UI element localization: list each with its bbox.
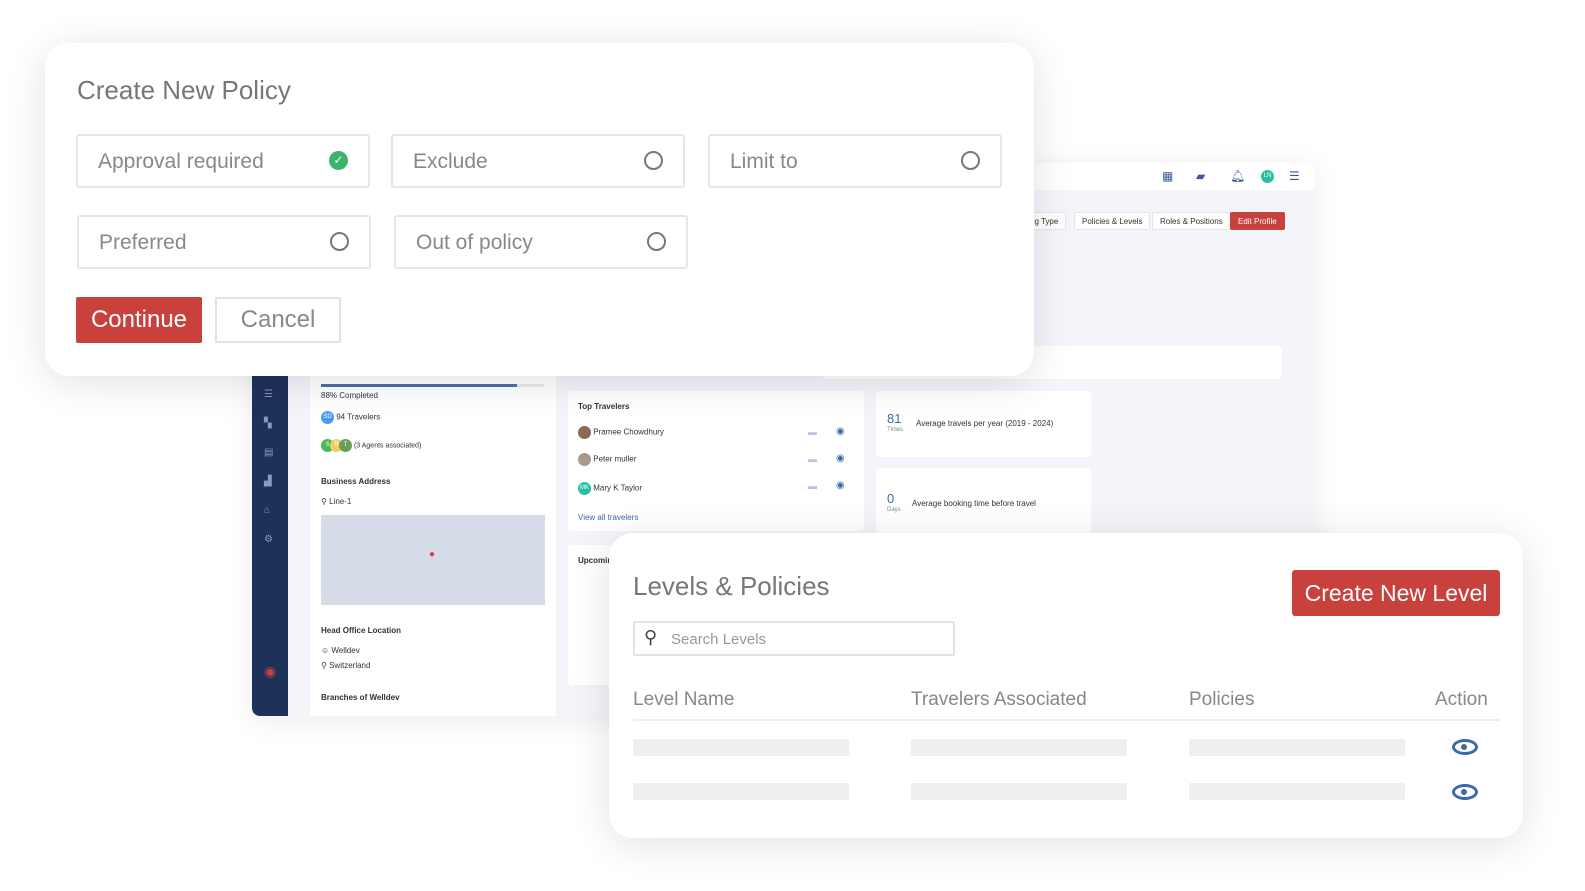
check-icon: ✓ bbox=[329, 151, 348, 170]
radio-icon bbox=[647, 232, 666, 251]
progress-bar bbox=[321, 384, 544, 387]
view-eye-icon[interactable] bbox=[1452, 739, 1478, 755]
search-icon: ⚲ bbox=[644, 627, 658, 647]
avatar[interactable]: LN bbox=[1261, 170, 1274, 183]
option-exclude[interactable]: Exclude bbox=[391, 134, 685, 188]
progress-label: 88% Completed bbox=[321, 391, 378, 400]
modal-title: Create New Policy bbox=[77, 75, 291, 105]
address-line: Line-1 bbox=[329, 497, 352, 506]
map-pin-icon: ● bbox=[429, 549, 436, 560]
radio-icon bbox=[644, 151, 663, 170]
top-travelers-card: Top Travelers Pramee Chowdhury Peter mul… bbox=[568, 391, 864, 531]
message-icon[interactable]: ▬ bbox=[808, 454, 817, 464]
list-item: MK Mary K Taylor bbox=[578, 482, 642, 495]
bank-icon[interactable]: ⌂ bbox=[264, 505, 270, 516]
apps-icon[interactable]: ▦ bbox=[1162, 169, 1173, 183]
tab-policies-levels[interactable]: Policies & Levels bbox=[1074, 212, 1151, 230]
top-travelers-title: Top Travelers bbox=[578, 402, 630, 411]
chat-icon[interactable]: ▰ bbox=[1196, 169, 1205, 183]
eye-icon[interactable]: ◉ bbox=[836, 453, 845, 464]
business-address-title: Business Address bbox=[321, 477, 391, 486]
list-item: Pramee Chowdhury bbox=[578, 426, 664, 439]
eye-icon[interactable]: ◉ bbox=[836, 480, 845, 491]
divider bbox=[633, 719, 1500, 721]
radio-icon bbox=[330, 232, 349, 251]
company-card: 88% Completed SD 94 Travelers SRT (3 Age… bbox=[310, 353, 556, 716]
travelers-count: 94 Travelers bbox=[336, 412, 381, 422]
column-header: Level Name bbox=[633, 689, 735, 710]
settings-icon[interactable]: ⚙ bbox=[264, 534, 273, 545]
agents-label: (3 Agents associated) bbox=[353, 442, 422, 450]
create-new-level-button[interactable]: Create New Level bbox=[1292, 570, 1500, 616]
panel-title: Levels & Policies bbox=[633, 571, 830, 601]
stat-card: 81 Times Average travels per year (2019 … bbox=[876, 391, 1091, 457]
table-cell-placeholder bbox=[911, 783, 1127, 800]
column-header: Travelers Associated bbox=[911, 689, 1087, 710]
column-header: Policies bbox=[1189, 689, 1255, 710]
cancel-button[interactable]: Cancel bbox=[215, 297, 341, 343]
menu-icon[interactable]: ☰ bbox=[1289, 169, 1300, 183]
documents-icon[interactable]: ▚ bbox=[264, 418, 272, 429]
map[interactable]: ● bbox=[321, 515, 545, 605]
option-limit-to[interactable]: Limit to bbox=[708, 134, 1002, 188]
continue-button[interactable]: Continue bbox=[76, 297, 202, 343]
message-icon[interactable]: ▬ bbox=[808, 427, 817, 437]
view-eye-icon[interactable] bbox=[1452, 784, 1478, 800]
list-icon[interactable]: ☰ bbox=[264, 389, 273, 400]
report-icon[interactable]: ▤ bbox=[264, 447, 273, 458]
edit-profile-button[interactable]: Edit Profile bbox=[1230, 212, 1285, 230]
office-name: Welldev bbox=[331, 646, 360, 655]
table-cell-placeholder bbox=[911, 739, 1127, 756]
table-cell-placeholder bbox=[633, 783, 849, 800]
create-policy-modal: Create New Policy Approval required ✓ Exc… bbox=[45, 43, 1034, 376]
option-approval-required[interactable]: Approval required ✓ bbox=[76, 134, 370, 188]
table-cell-placeholder bbox=[633, 739, 849, 756]
chart-icon[interactable]: ▟ bbox=[264, 476, 272, 487]
option-out-of-policy[interactable]: Out of policy bbox=[394, 215, 688, 269]
option-preferred[interactable]: Preferred bbox=[77, 215, 371, 269]
branches-title: Branches of Welldev bbox=[321, 693, 400, 702]
tab-roles-positions[interactable]: Roles & Positions bbox=[1152, 212, 1231, 230]
office-country: Switzerland bbox=[329, 661, 371, 670]
search-input[interactable]: ⚲ Search Levels bbox=[633, 621, 955, 656]
list-item: Peter muller bbox=[578, 453, 636, 466]
table-cell-placeholder bbox=[1189, 783, 1405, 800]
levels-policies-panel: Levels & Policies Create New Level ⚲ Sea… bbox=[609, 533, 1523, 838]
bell-icon[interactable]: 🔔︎ bbox=[1230, 169, 1245, 183]
head-office-title: Head Office Location bbox=[321, 626, 402, 635]
logo-icon: ◉ bbox=[264, 663, 277, 679]
eye-icon[interactable]: ◉ bbox=[836, 426, 845, 437]
radio-icon bbox=[961, 151, 980, 170]
view-all-travelers-link[interactable]: View all travelers bbox=[578, 513, 638, 522]
message-icon[interactable]: ▬ bbox=[808, 481, 817, 491]
avatar: SD bbox=[321, 411, 334, 424]
stat-card: 0 Days Average booking time before trave… bbox=[876, 468, 1091, 534]
avatar: T bbox=[339, 439, 352, 452]
table-cell-placeholder bbox=[1189, 739, 1405, 756]
column-header: Action bbox=[1435, 689, 1488, 710]
